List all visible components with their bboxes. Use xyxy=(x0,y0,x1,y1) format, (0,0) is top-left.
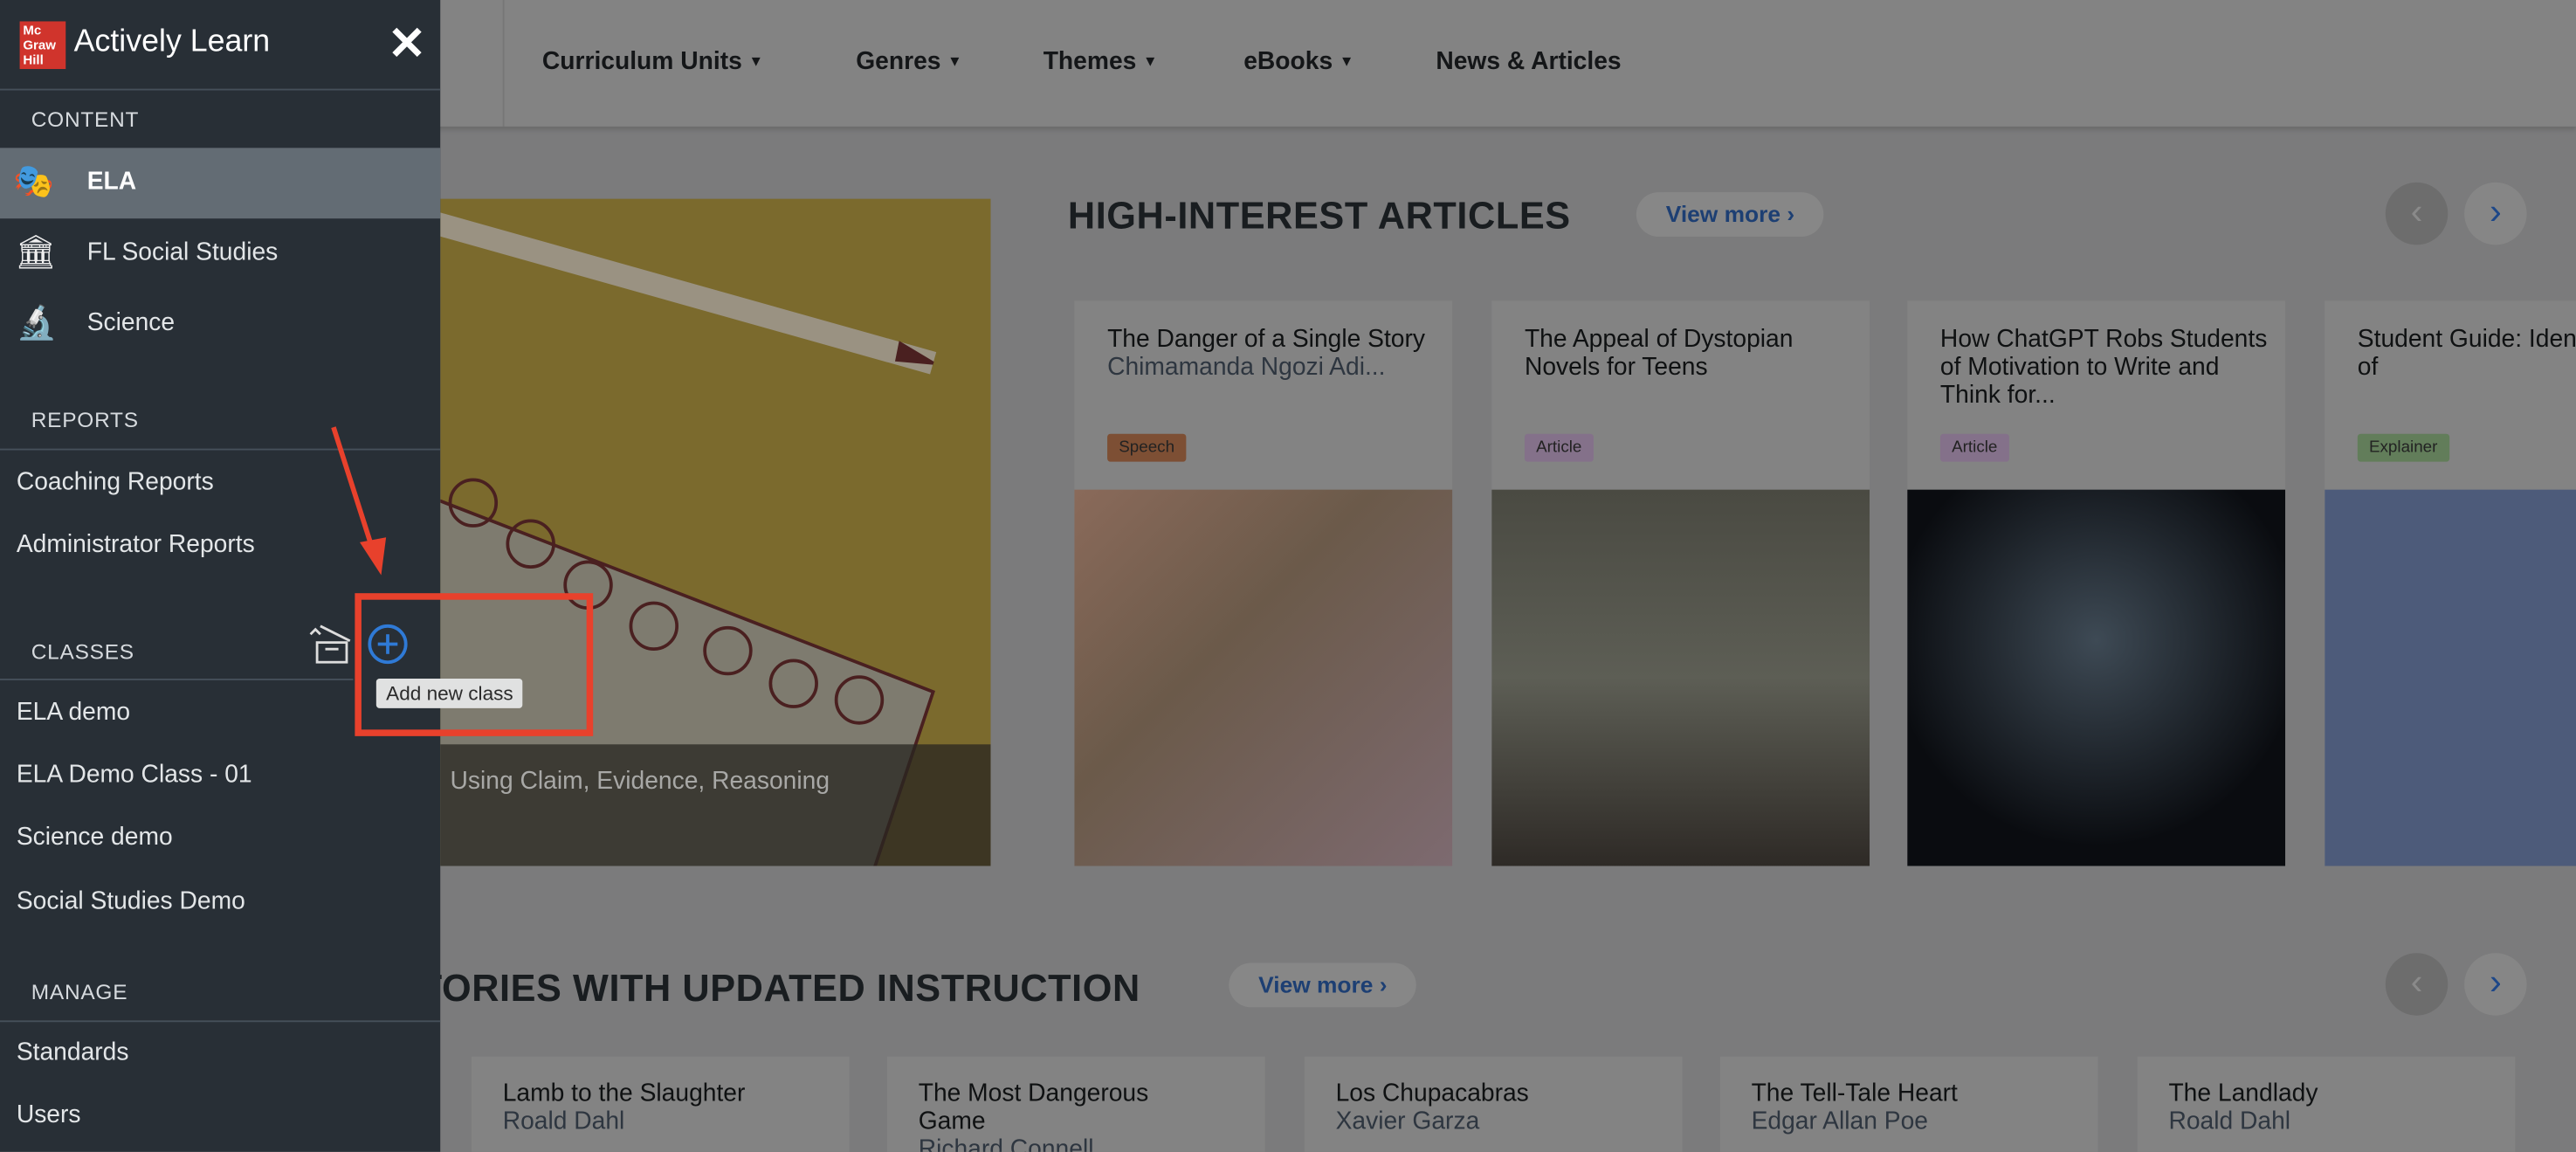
product-name: Actively Learn xyxy=(73,24,271,59)
genre-tag: Article xyxy=(1524,433,1594,462)
card-title: The Appeal of Dystopian Novels for Teens xyxy=(1524,325,1794,382)
story-card[interactable]: Lamb to the Slaughter Roald Dahl xyxy=(471,1056,850,1152)
story-card[interactable]: The Landlady Roald Dahl xyxy=(2137,1056,2516,1152)
story-card[interactable]: The Tell-Tale Heart Edgar Allan Poe xyxy=(1719,1056,2098,1152)
nav-label: News & Articles xyxy=(1436,47,1622,76)
sidebar-item-fl-social-studies[interactable]: 🏛 FL Social Studies xyxy=(0,218,440,289)
genre-tag: Explainer xyxy=(2357,433,2449,462)
card-author: Roald Dahl xyxy=(502,1107,625,1136)
nav-label: Genres xyxy=(856,47,941,76)
section-title: HIGH-INTEREST ARTICLES xyxy=(1067,194,1571,237)
card-author: Chimamanda Ngozi Adi... xyxy=(1107,353,1386,382)
sidebar: Mc Graw Hill Actively Learn ✕ CONTENT 🎭 EL… xyxy=(0,0,441,1152)
card-title: Los Chupacabras xyxy=(1335,1080,1529,1108)
chevron-down-icon: ▼ xyxy=(947,52,962,70)
card-title: The Danger of a Single Story xyxy=(1107,325,1426,354)
featured-caption: Using Claim, Evidence, Reasoning xyxy=(440,744,991,866)
card-title: The Most Dangerous Game xyxy=(918,1080,1149,1136)
carousel-prev-button[interactable]: ‹ xyxy=(2385,953,2449,1016)
card-title: Student Guide: Identify Types of xyxy=(2357,325,2576,382)
divider xyxy=(502,0,505,127)
story-card[interactable]: Los Chupacabras Xavier Garza xyxy=(1304,1056,1683,1152)
nav-curriculum-units[interactable]: Curriculum Units ▼ xyxy=(542,48,763,76)
archive-box-icon[interactable] xyxy=(307,621,354,667)
microscope-icon: 🔬 xyxy=(16,305,58,342)
view-more-button[interactable]: View more › xyxy=(1229,962,1417,1008)
class-item[interactable]: Social Studies Demo xyxy=(17,887,245,915)
nav-themes[interactable]: Themes ▼ xyxy=(1043,48,1158,76)
museum-icon: 🏛 xyxy=(14,235,57,272)
class-item[interactable]: ELA demo xyxy=(17,699,130,727)
chevron-down-icon: ▼ xyxy=(1142,52,1158,70)
card-title: The Landlady xyxy=(2168,1080,2318,1108)
carousel-next-button[interactable]: › xyxy=(2464,182,2527,245)
card-title: The Tell-Tale Heart xyxy=(1751,1080,1958,1108)
carousel-next-button[interactable]: › xyxy=(2464,953,2527,1016)
reports-heading: REPORTS xyxy=(31,407,139,432)
theater-masks-icon: 🎭 xyxy=(13,164,54,201)
nav-ebooks[interactable]: eBooks ▼ xyxy=(1243,48,1353,76)
plus-circle-icon[interactable] xyxy=(367,623,410,666)
nav-news-articles[interactable]: News & Articles xyxy=(1436,48,1621,76)
featured-unit[interactable]: Using Claim, Evidence, Reasoning xyxy=(440,198,991,866)
article-card[interactable]: How ChatGPT Robs Students of Motivation … xyxy=(1907,300,2286,866)
sidebar-item-label: ELA xyxy=(86,167,137,196)
chevron-right-icon: › xyxy=(1787,200,1795,227)
class-item[interactable]: ELA Demo Class - 01 xyxy=(17,761,252,789)
nav-genres[interactable]: Genres ▼ xyxy=(856,48,962,76)
sidebar-item-coaching-reports[interactable]: Coaching Reports xyxy=(17,468,214,496)
card-title: How ChatGPT Robs Students of Motivation … xyxy=(1939,325,2268,410)
view-more-label: View more xyxy=(1665,200,1781,227)
chevron-down-icon: ▼ xyxy=(748,52,764,70)
article-card[interactable]: The Appeal of Dystopian Novels for Teens… xyxy=(1491,300,1870,866)
card-image xyxy=(1074,489,1453,866)
article-card[interactable]: Student Guide: Identify Types of Explain… xyxy=(2325,300,2576,866)
class-item[interactable]: Science demo xyxy=(17,824,173,852)
card-image xyxy=(2325,489,2576,866)
genre-tag: Article xyxy=(1939,433,2009,462)
nav-label: eBooks xyxy=(1243,47,1333,76)
story-card[interactable]: The Most Dangerous Game Richard Connell xyxy=(886,1056,1265,1152)
view-more-button[interactable]: View more › xyxy=(1636,192,1825,237)
carousel-prev-button[interactable]: ‹ xyxy=(2385,182,2449,245)
article-card[interactable]: The Danger of a Single Story Chimamanda N… xyxy=(1074,300,1453,866)
section-title: TORIES WITH UPDATED INSTRUCTION xyxy=(418,966,1140,1010)
nav-label: Themes xyxy=(1043,47,1137,76)
card-image xyxy=(1491,489,1870,866)
card-author: Roald Dahl xyxy=(2168,1107,2291,1136)
card-image xyxy=(1907,489,2286,866)
chevron-down-icon: ▼ xyxy=(1339,52,1354,70)
classes-heading: CLASSES xyxy=(31,638,134,665)
card-author: Edgar Allan Poe xyxy=(1751,1107,1928,1136)
mcgraw-hill-logo: Mc Graw Hill xyxy=(19,21,66,70)
manage-heading: MANAGE xyxy=(31,979,128,1004)
add-class-tooltip: Add new class xyxy=(375,679,523,708)
sidebar-item-label: Science xyxy=(86,308,176,337)
card-author: Xavier Garza xyxy=(1335,1107,1480,1136)
content-heading: CONTENT xyxy=(31,107,140,132)
close-icon[interactable]: ✕ xyxy=(388,19,426,69)
chevron-right-icon: › xyxy=(1379,970,1388,998)
card-author: Richard Connell xyxy=(918,1135,1094,1152)
sidebar-item-standards[interactable]: Standards xyxy=(17,1038,129,1066)
sidebar-item-administrator-reports[interactable]: Administrator Reports xyxy=(17,531,255,559)
sidebar-item-science[interactable]: 🔬 Science xyxy=(0,289,440,360)
sidebar-item-ela[interactable]: 🎭 ELA xyxy=(0,148,441,219)
sidebar-item-users[interactable]: Users xyxy=(17,1101,81,1129)
card-title: Lamb to the Slaughter xyxy=(502,1080,746,1108)
genre-tag: Speech xyxy=(1107,433,1187,462)
view-more-label: View more xyxy=(1258,970,1374,998)
sidebar-item-label: FL Social Studies xyxy=(86,238,279,266)
nav-label: Curriculum Units xyxy=(541,47,742,76)
